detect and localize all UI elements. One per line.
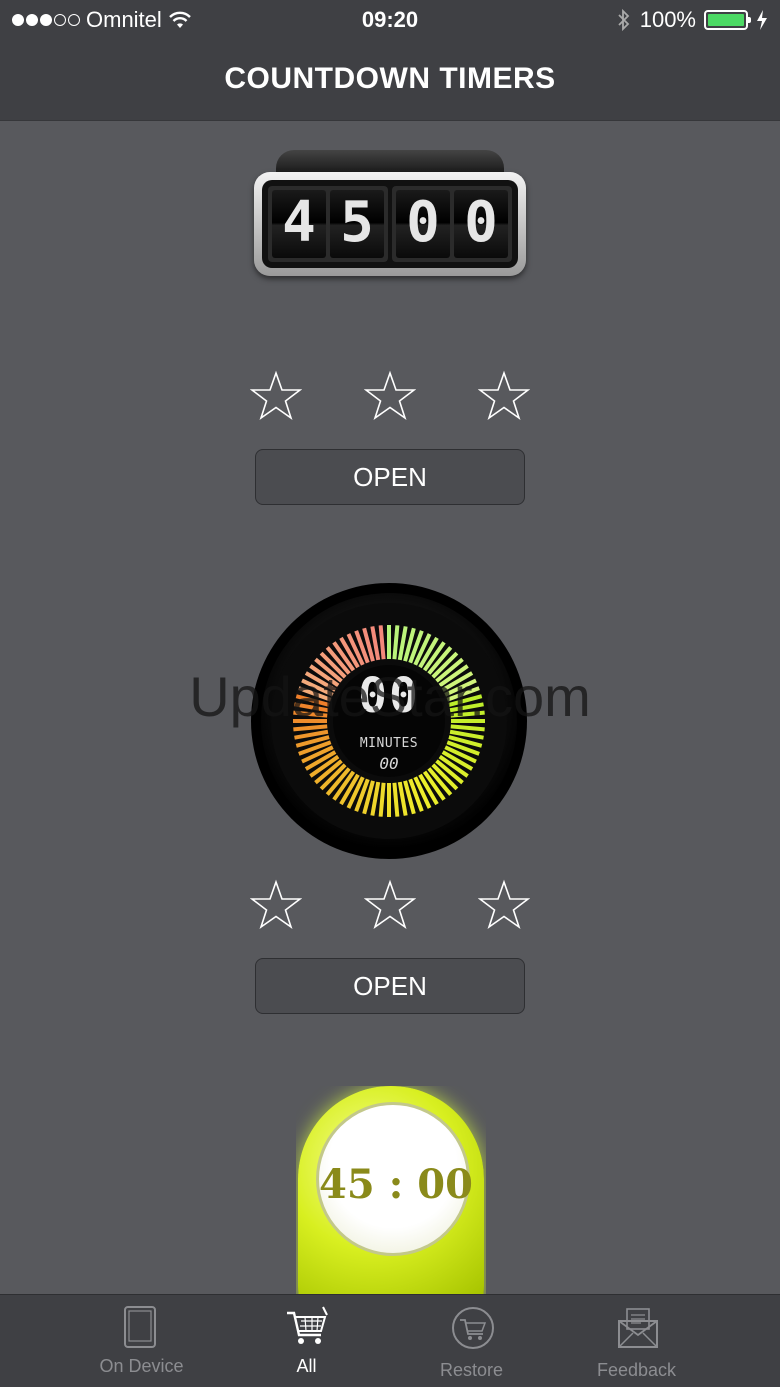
pin-timer-readout: 45 : 00 [319, 1161, 473, 1208]
open-timer-1-button[interactable]: OPEN [255, 449, 525, 505]
flip-digit: 4 [272, 190, 326, 258]
star-icon[interactable] [250, 370, 302, 422]
dial-sub-readout: 00 [379, 754, 399, 773]
rating-stars-timer-2 [250, 879, 530, 931]
flip-clock-timer-preview: 4 5 0 0 [254, 150, 526, 278]
cart-icon [287, 1306, 328, 1344]
tab-feedback[interactable]: Feedback [539, 1295, 734, 1387]
flip-clock-minutes: 4 5 [268, 186, 388, 262]
flip-digit: 0 [454, 190, 508, 258]
flip-clock-seconds: 0 0 [392, 186, 512, 262]
flip-digit: 5 [330, 190, 384, 258]
tab-bar: On Device All Restore Feedback [0, 1294, 780, 1387]
bluetooth-icon [618, 8, 629, 32]
lime-pin-timer-preview: 45 : 00 [296, 1086, 486, 1294]
star-icon[interactable] [364, 879, 416, 931]
charging-icon [757, 10, 767, 30]
status-bar: Omnitel 09:20 100% [0, 0, 780, 40]
watermark: UpdateStar.com [189, 665, 591, 728]
star-icon[interactable] [478, 370, 530, 422]
battery-icon [704, 10, 751, 30]
battery-percent: 100% [639, 7, 696, 32]
star-icon[interactable] [250, 879, 302, 931]
page-title: COUNTDOWN TIMERS [224, 62, 556, 95]
star-icon[interactable] [364, 370, 416, 422]
open-timer-2-button[interactable]: OPEN [255, 958, 525, 1014]
tab-label: Feedback [596, 1360, 677, 1380]
restore-cart-icon [452, 1307, 494, 1349]
star-icon[interactable] [478, 879, 530, 931]
status-right: 100% [616, 7, 768, 33]
envelope-icon [618, 1308, 658, 1348]
rating-stars-timer-1 [250, 370, 530, 422]
dial-unit-label: MINUTES [359, 736, 419, 751]
flip-digit: 0 [396, 190, 450, 258]
top-bar: Omnitel 09:20 100% COUNTDOWN TIMERS [0, 0, 780, 121]
tablet-icon [124, 1306, 156, 1348]
